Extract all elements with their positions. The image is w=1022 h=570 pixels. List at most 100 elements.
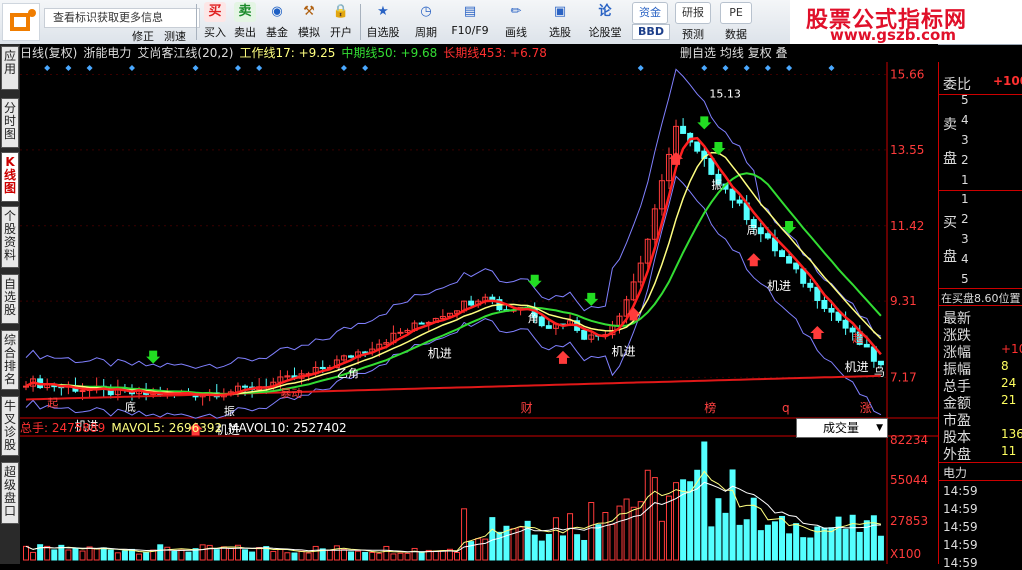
volume-bar — [722, 512, 729, 561]
volume-bar — [355, 550, 362, 561]
note-label: 底 — [125, 399, 136, 413]
volume-bar — [256, 547, 263, 561]
volume-bar — [800, 537, 807, 561]
volume-bar — [743, 519, 750, 561]
candle-body — [807, 282, 814, 288]
buy-level: 3 — [961, 232, 969, 246]
tab-diagnosis[interactable]: 牛叉诊股 — [1, 396, 19, 456]
candle-body — [793, 262, 800, 270]
volume-bar — [277, 548, 284, 561]
buy-button[interactable]: 买买入 — [200, 2, 230, 42]
tab-kline[interactable]: K线图 — [1, 152, 19, 202]
candle-body — [581, 329, 588, 340]
candle-body — [729, 188, 736, 201]
volume-bar — [468, 541, 475, 561]
price-tick: 7.17 — [890, 370, 917, 384]
adjust-button[interactable]: 复权 — [748, 46, 772, 60]
volume-indicator-select[interactable]: 成交量 ▼ — [796, 418, 888, 438]
volume-bar — [630, 506, 637, 561]
signal-label: 机进 — [612, 344, 636, 358]
tick-time: 14:59 — [943, 484, 978, 498]
pe-button[interactable]: PE 数据 — [716, 2, 756, 42]
remove-watch-button[interactable]: 删自选 — [680, 46, 716, 60]
open-account-button[interactable]: 🔒 开户 — [326, 2, 356, 42]
diamond-icon — [722, 65, 729, 71]
volume-bar — [136, 553, 143, 561]
app-logo[interactable] — [2, 3, 40, 41]
overlay-button[interactable]: 叠 — [776, 46, 788, 60]
period-button[interactable]: ◷ 周期 — [406, 2, 446, 42]
star-icon: ★ — [377, 4, 389, 19]
candle-body — [736, 199, 743, 204]
buy-level: 2 — [961, 212, 969, 226]
buy-level: 4 — [961, 252, 969, 266]
simulate-button[interactable]: ⚒ 模拟 — [294, 2, 324, 42]
tab-watchlist[interactable]: 自选股 — [1, 274, 19, 324]
volume-bar — [93, 548, 100, 561]
period-label[interactable]: 日线(复权) — [20, 46, 77, 60]
volume-bar — [390, 553, 397, 561]
note-label: 起 — [47, 396, 58, 409]
stat-value: 24 — [1001, 376, 1017, 390]
tab-ranking[interactable]: 综合排名 — [1, 330, 19, 390]
volume-bar — [828, 527, 835, 561]
tab-stock-info[interactable]: 个股资料 — [1, 206, 19, 268]
upper-band-line — [25, 68, 882, 369]
volume-bar — [856, 531, 863, 561]
volume-bar — [729, 469, 736, 561]
diamond-icon — [637, 65, 644, 71]
stock-picker-button[interactable]: ▣ 选股 — [540, 2, 580, 42]
volume-bar — [736, 524, 743, 561]
volume-bar — [545, 533, 552, 561]
stat-value: 21 — [1001, 393, 1017, 407]
volume-bar — [567, 513, 574, 561]
candle-body — [877, 360, 884, 366]
sell-level: 1 — [961, 173, 969, 187]
bbd-button[interactable]: BBD — [632, 24, 670, 40]
research-button[interactable]: 研报 预测 — [672, 2, 714, 42]
volume-bar — [715, 498, 722, 561]
stock-name: 浙能电力 — [83, 46, 132, 60]
separator — [196, 4, 197, 40]
price-tick: 9.31 — [890, 294, 917, 308]
fund-button[interactable]: ◉ 基金 — [262, 2, 292, 42]
candle-body — [545, 325, 552, 329]
status-text: 在买盘8.60位置 — [941, 292, 1021, 305]
signal-label: 机进 — [428, 347, 452, 361]
down-arrow-icon — [527, 274, 542, 288]
down-arrow-icon — [146, 350, 161, 364]
volume-bar — [65, 549, 72, 561]
sell-icon: 卖 — [234, 2, 256, 22]
hammer-icon: ⚒ — [303, 4, 315, 19]
volume-bar — [79, 550, 86, 561]
watchlist-button[interactable]: ★ 自选股 — [362, 2, 404, 42]
volume-bar — [369, 551, 376, 561]
tab-intraday[interactable]: 分时图 — [1, 98, 19, 148]
volume-bar — [439, 550, 446, 561]
speedtest-button[interactable]: 测速 — [160, 26, 190, 43]
divider — [939, 480, 1022, 481]
up-arrow-icon — [810, 326, 825, 340]
candle-body — [694, 141, 701, 152]
volume-bar — [581, 539, 588, 561]
draw-line-button[interactable]: ✏ 画线 — [496, 2, 536, 42]
volume-bar — [44, 545, 51, 561]
sell-button[interactable]: 卖卖出 — [230, 2, 260, 42]
indicator-name[interactable]: 艾尚客江线(20,2) — [137, 46, 233, 60]
dropdown-icon: ▼ — [876, 423, 883, 433]
volume-bar — [637, 501, 644, 561]
divider — [939, 94, 1022, 95]
kline-chart[interactable]: 15.13机进 机进机进 机进机进机进财榜 q 涨起底振暴动乙角角振局乌超 15.661… — [20, 62, 938, 564]
volume-bar — [489, 517, 496, 561]
ma-button[interactable]: 均线 — [720, 46, 744, 60]
long-line — [25, 374, 881, 401]
fix-button[interactable]: 修正 — [128, 26, 158, 43]
left-tab-bar: 应用 分时图 K线图 个股资料 自选股 综合排名 牛叉诊股 超级盘口 — [0, 44, 20, 564]
long-line-value: 长期线453: +6.78 — [443, 46, 547, 60]
hint-input[interactable]: 查看标识获取更多信息 — [44, 8, 200, 28]
forum-button[interactable]: 论论股堂 — [584, 2, 626, 42]
volume-bar — [171, 550, 178, 561]
f10-button[interactable]: ▤ F10/F9 — [448, 2, 492, 42]
tab-apps[interactable]: 应用 — [1, 46, 19, 90]
tab-level2[interactable]: 超级盘口 — [1, 462, 19, 524]
